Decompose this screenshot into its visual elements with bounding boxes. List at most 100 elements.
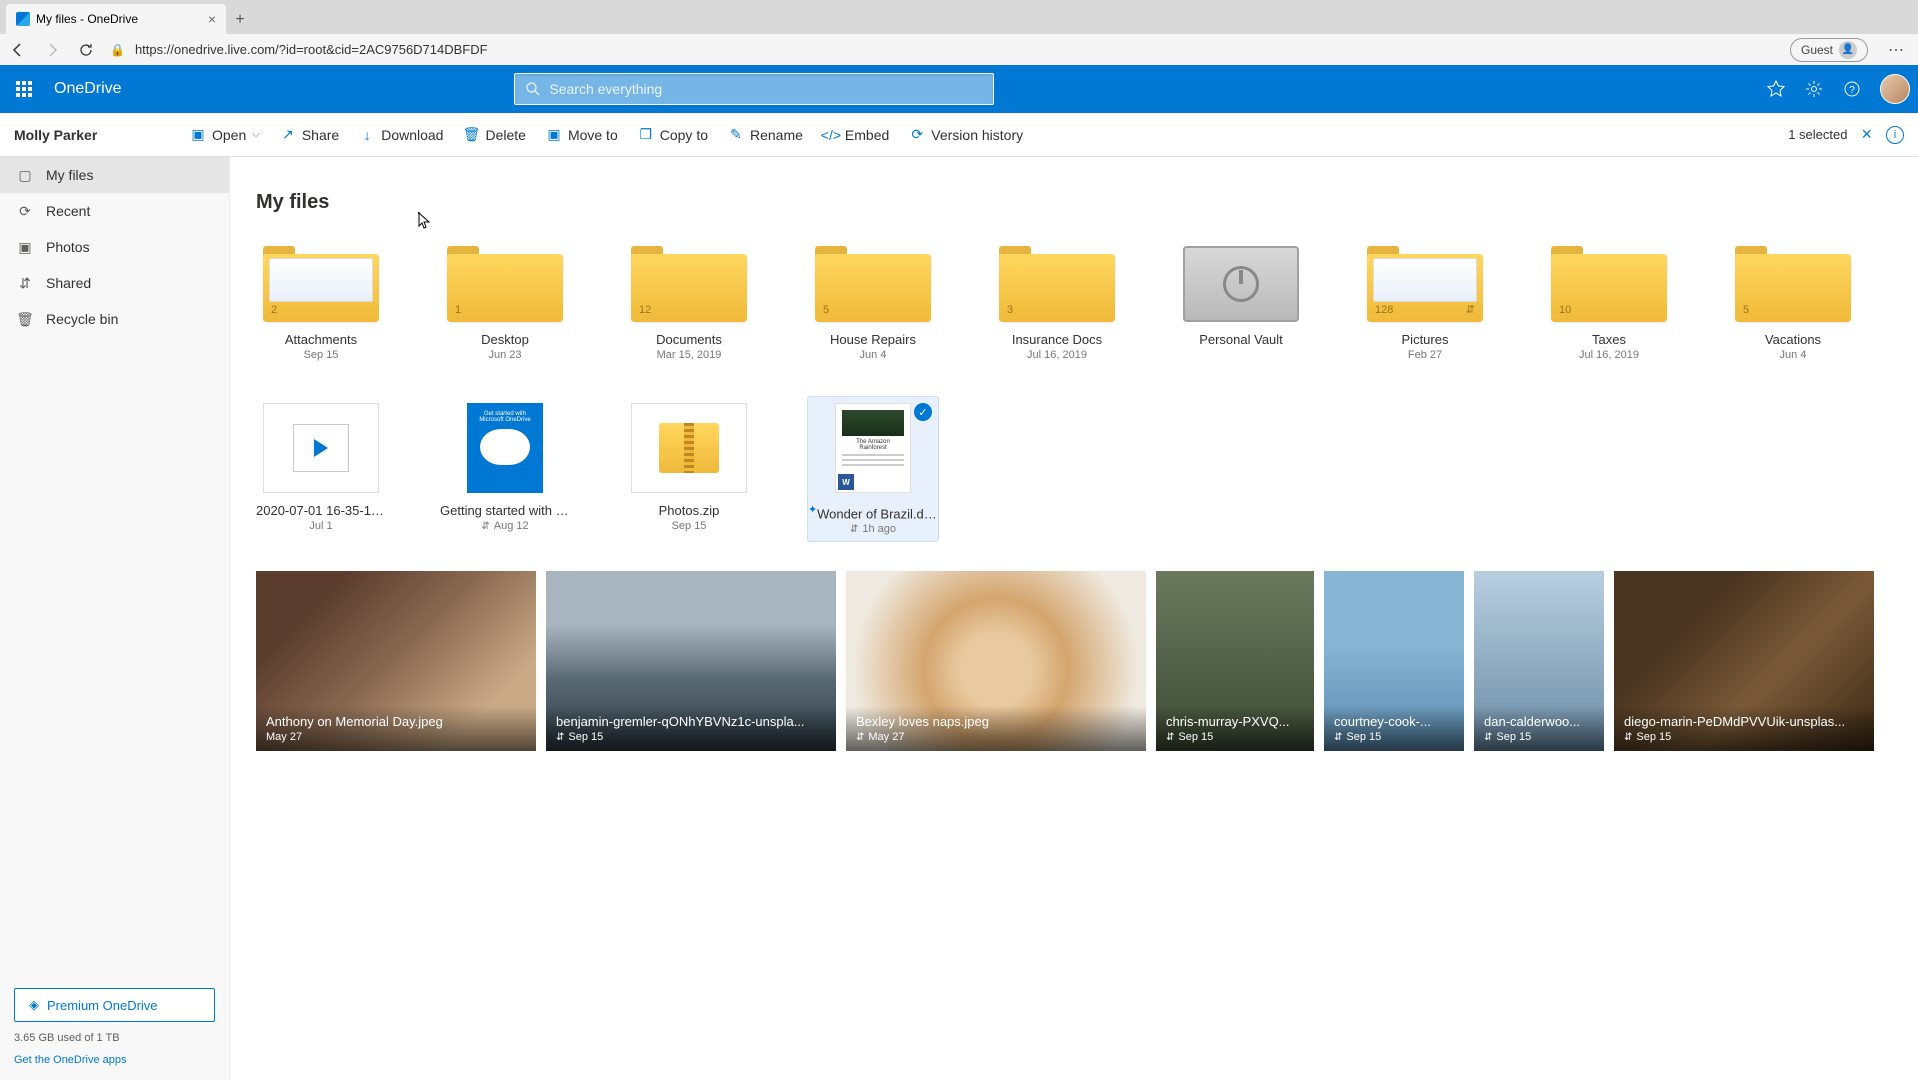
image-tile[interactable]: Anthony on Memorial Day.jpeg May 27 xyxy=(256,571,536,751)
zip-thumbnail xyxy=(631,403,747,493)
folder-item[interactable]: 5House RepairsJun 4 xyxy=(808,240,938,367)
image-date: ⇵ Sep 15 xyxy=(1166,731,1304,743)
url-field[interactable]: 🔒 https://onedrive.live.com/?id=root&cid… xyxy=(110,42,1776,57)
tab-close-icon[interactable]: × xyxy=(208,11,216,27)
guest-label: Guest xyxy=(1801,43,1833,57)
item-name: Attachments xyxy=(285,332,357,347)
item-date: Jul 16, 2019 xyxy=(1027,349,1087,361)
folder-item[interactable]: 12DocumentsMar 15, 2019 xyxy=(624,240,754,367)
image-date: ⇵ Sep 15 xyxy=(556,731,826,743)
embed-button[interactable]: </>Embed xyxy=(823,127,889,143)
files-icon: ▢ xyxy=(16,166,34,184)
folder-item[interactable]: 1DesktopJun 23 xyxy=(440,240,570,367)
download-icon: ↓ xyxy=(359,127,375,143)
chevron-down-icon: ⌵ xyxy=(252,129,260,140)
item-date: Jul 16, 2019 xyxy=(1579,349,1639,361)
share-button[interactable]: ↗Share xyxy=(280,127,339,143)
info-button[interactable]: i xyxy=(1886,126,1904,144)
image-tile[interactable]: benjamin-gremler-qONhYBVNz1c-unspla...⇵ … xyxy=(546,571,836,751)
item-name: House Repairs xyxy=(830,332,916,347)
shared-icon: ⇵ xyxy=(1166,732,1174,743)
content-area: My files 2AttachmentsSep 15 1DesktopJun 2… xyxy=(230,157,1918,1080)
image-tile[interactable]: diego-marin-PeDMdPVVUik-unsplas...⇵ Sep … xyxy=(1614,571,1874,751)
folder-item[interactable]: 128⇵PicturesFeb 27 xyxy=(1360,240,1490,367)
image-tile[interactable]: courtney-cook-...⇵ Sep 15 xyxy=(1324,571,1464,751)
move-icon: ▣ xyxy=(546,127,562,143)
folder-item[interactable]: 5VacationsJun 4 xyxy=(1728,240,1858,367)
shared-icon: ⇵ xyxy=(1334,732,1342,743)
file-item[interactable]: Photos.zipSep 15 xyxy=(624,397,754,541)
user-avatar[interactable] xyxy=(1880,74,1910,104)
image-name: dan-calderwoo... xyxy=(1484,714,1594,729)
image-tile[interactable]: chris-murray-PXVQ...⇵ Sep 15 xyxy=(1156,571,1314,751)
settings-icon[interactable] xyxy=(1804,79,1824,99)
browser-menu-button[interactable]: ⋯ xyxy=(1882,40,1910,60)
image-name: diego-marin-PeDMdPVVUik-unsplas... xyxy=(1624,714,1864,729)
sidebar: ▢My files⟳Recent▣Photos⇵Shared🗑Recycle b… xyxy=(0,157,230,1080)
help-icon[interactable]: ? xyxy=(1842,79,1862,99)
image-date: May 27 xyxy=(266,731,526,743)
rename-button[interactable]: ✎Rename xyxy=(728,127,803,143)
address-bar: 🔒 https://onedrive.live.com/?id=root&cid… xyxy=(0,34,1918,65)
folder-item[interactable]: 3Insurance DocsJul 16, 2019 xyxy=(992,240,1122,367)
get-apps-link[interactable]: Get the OneDrive apps xyxy=(14,1054,215,1066)
item-date: Feb 27 xyxy=(1408,349,1442,361)
recycle-icon: 🗑 xyxy=(16,310,34,328)
item-name: Taxes xyxy=(1592,332,1626,347)
image-date: ⇵ Sep 15 xyxy=(1334,731,1454,743)
refresh-button[interactable] xyxy=(76,40,96,60)
item-name: Pictures xyxy=(1402,332,1449,347)
sidebar-item-shared[interactable]: ⇵Shared xyxy=(0,265,229,301)
file-item[interactable]: 2020-07-01 16-35-10.m...Jul 1 xyxy=(256,397,386,541)
folder-item[interactable]: Personal Vault xyxy=(1176,240,1306,367)
item-date: ⇵ 1h ago xyxy=(850,523,896,535)
folder-item[interactable]: 2AttachmentsSep 15 xyxy=(256,240,386,367)
premium-icon[interactable] xyxy=(1766,79,1786,99)
folder-icon: 5 xyxy=(1735,246,1851,322)
file-item[interactable]: ✓The AmazonRainforestW✦Wonder of Brazil.… xyxy=(808,397,938,541)
image-tile[interactable]: Bexley loves naps.jpeg⇵ May 27 xyxy=(846,571,1146,751)
open-button[interactable]: ▣Open⌵ xyxy=(190,127,260,143)
new-tab-button[interactable]: + xyxy=(226,6,254,34)
shared-icon: ⇵ xyxy=(1624,732,1632,743)
shared-icon: ⇵ xyxy=(16,274,34,292)
download-button[interactable]: ↓Download xyxy=(359,127,443,143)
back-button[interactable] xyxy=(8,40,28,60)
version-button[interactable]: ⟳Version history xyxy=(909,127,1023,143)
shared-icon: ⇵ xyxy=(856,732,864,743)
vault-icon xyxy=(1183,246,1299,322)
tab-bar: My files - OneDrive × + xyxy=(0,0,1918,34)
sidebar-item-recent[interactable]: ⟳Recent xyxy=(0,193,229,229)
premium-button[interactable]: ◈ Premium OneDrive xyxy=(14,988,215,1022)
clear-selection-button[interactable]: × xyxy=(1861,124,1872,145)
image-name: Bexley loves naps.jpeg xyxy=(856,714,1136,729)
storage-text: 3.65 GB used of 1 TB xyxy=(14,1032,215,1044)
browser-tab[interactable]: My files - OneDrive × xyxy=(6,4,226,34)
item-date: Jul 1 xyxy=(309,520,332,532)
profile-button[interactable]: Guest 👤 xyxy=(1790,38,1868,62)
page-title: My files xyxy=(256,191,1892,214)
item-date: ⇵ Aug 12 xyxy=(481,520,528,532)
copy-button[interactable]: ❐Copy to xyxy=(638,127,708,143)
sidebar-item-my-files[interactable]: ▢My files xyxy=(0,157,229,193)
breadcrumb-user: Molly Parker xyxy=(14,127,190,143)
image-name: Anthony on Memorial Day.jpeg xyxy=(266,714,526,729)
docx-thumbnail: The AmazonRainforestW xyxy=(815,403,931,493)
sidebar-item-recycle-bin[interactable]: 🗑Recycle bin xyxy=(0,301,229,337)
shared-icon: ⇵ xyxy=(1484,732,1492,743)
image-tile[interactable]: dan-calderwoo...⇵ Sep 15 xyxy=(1474,571,1604,751)
selection-count: 1 selected xyxy=(1788,127,1847,142)
sidebar-item-photos[interactable]: ▣Photos xyxy=(0,229,229,265)
recent-icon: ⟳ xyxy=(16,202,34,220)
item-date: Jun 23 xyxy=(488,349,521,361)
delete-button[interactable]: 🗑Delete xyxy=(463,127,525,143)
app-launcher-button[interactable] xyxy=(8,73,40,105)
premium-label: Premium OneDrive xyxy=(47,998,158,1013)
folder-item[interactable]: 10TaxesJul 16, 2019 xyxy=(1544,240,1674,367)
file-item[interactable]: Get started withMicrosoft OneDriveGettin… xyxy=(440,397,570,541)
move-button[interactable]: ▣Move to xyxy=(546,127,618,143)
search-input[interactable]: Search everything xyxy=(514,73,994,105)
folder-icon: 12 xyxy=(631,246,747,322)
item-name: Insurance Docs xyxy=(1012,332,1102,347)
folder-icon: 1 xyxy=(447,246,563,322)
